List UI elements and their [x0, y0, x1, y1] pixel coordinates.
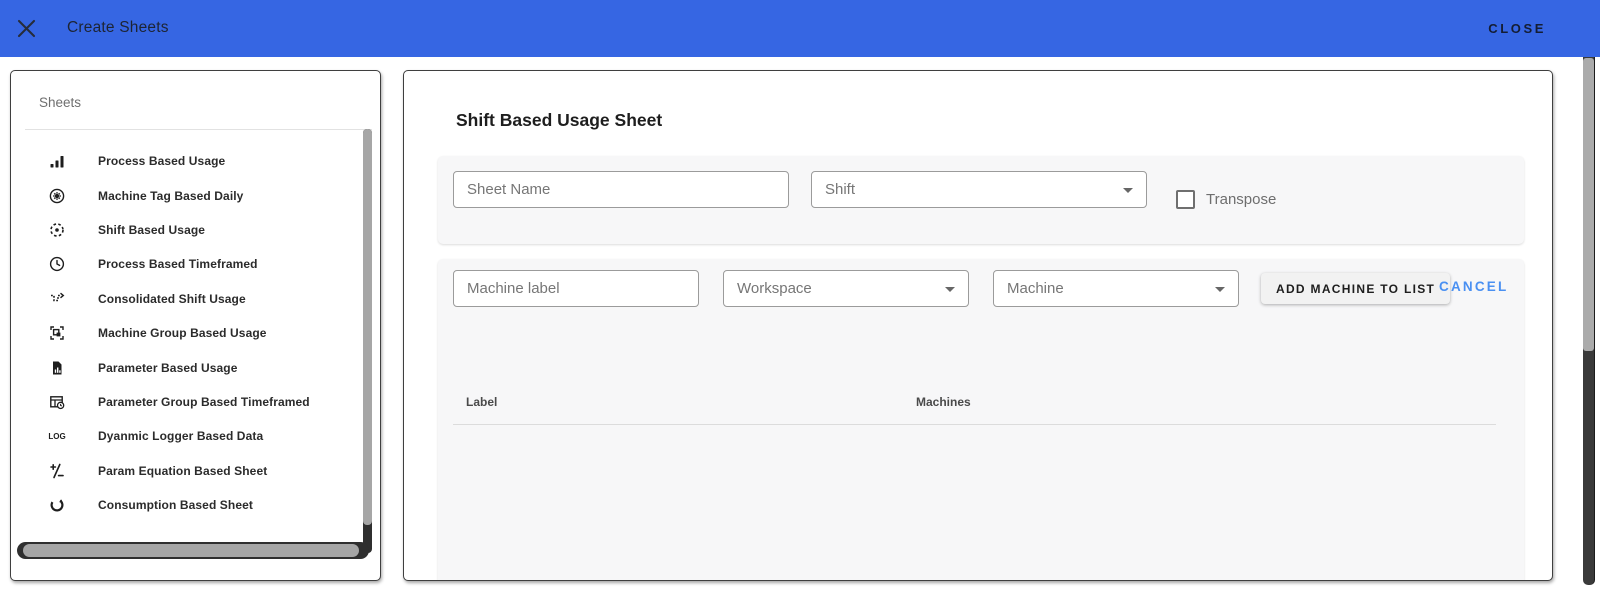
chevron-down-icon	[1215, 287, 1225, 292]
sidebar-title: Sheets	[39, 95, 82, 110]
plus-minus-icon	[49, 463, 65, 479]
sidebar-item-machine-group-based-usage[interactable]: Machine Group Based Usage	[11, 316, 363, 350]
gear-circle-icon	[49, 188, 65, 204]
shift-select-value: Shift	[825, 181, 856, 198]
sidebar-item-dyanmic-logger-based-data[interactable]: LOG Dyanmic Logger Based Data	[11, 419, 363, 453]
page-vertical-scrollbar-thumb[interactable]	[1583, 58, 1594, 351]
sidebar-item-process-based-timeframed[interactable]: Process Based Timeframed	[11, 247, 363, 281]
cancel-button[interactable]: CANCEL	[1439, 279, 1508, 294]
sidebar-vertical-scrollbar-thumb[interactable]	[363, 129, 372, 525]
sheet-editor-panel: Shift Based Usage Sheet Shift Transpose …	[403, 70, 1553, 581]
machine-list-section: Workspace Machine ADD MACHINE TO LIST CA…	[438, 259, 1524, 580]
close-icon[interactable]	[17, 19, 36, 38]
page-vertical-scrollbar[interactable]	[1583, 57, 1595, 585]
sidebar-item-label: Machine Group Based Usage	[98, 326, 267, 341]
table-header-label: Label	[466, 395, 498, 409]
page-title: Shift Based Usage Sheet	[456, 110, 663, 130]
sidebar-horizontal-scrollbar[interactable]	[17, 542, 369, 559]
bar-chart-icon	[49, 153, 65, 169]
sidebar-item-label: Consolidated Shift Usage	[98, 291, 246, 306]
clock-icon	[49, 256, 65, 272]
sidebar-item-consolidated-shift-usage[interactable]: Consolidated Shift Usage	[11, 282, 363, 316]
sheet-type-list: Process Based Usage Machine Tag Based Da…	[11, 130, 363, 522]
workspace-select-value: Workspace	[737, 280, 812, 297]
machine-label-input[interactable]	[453, 270, 699, 307]
dashed-target-icon	[49, 222, 65, 238]
sidebar-item-consumption-based-sheet[interactable]: Consumption Based Sheet	[11, 488, 363, 522]
dialog-title: Create Sheets	[67, 19, 169, 36]
document-chart-icon	[49, 360, 65, 376]
sidebar-item-label: Process Based Timeframed	[98, 257, 258, 272]
transpose-checkbox-row[interactable]: Transpose	[1176, 190, 1276, 209]
machine-select[interactable]: Machine	[993, 270, 1239, 307]
table-header-divider	[453, 424, 1496, 425]
appbar: Create Sheets CLOSE	[0, 0, 1600, 57]
sidebar-item-label: Consumption Based Sheet	[98, 498, 253, 513]
dotted-route-icon	[49, 291, 65, 307]
sidebar-item-label: Parameter Group Based Timeframed	[98, 394, 310, 409]
log-icon: LOG	[48, 431, 66, 441]
transpose-label: Transpose	[1206, 191, 1277, 208]
chevron-down-icon	[945, 287, 955, 292]
sidebar-item-label: Param Equation Based Sheet	[98, 463, 268, 478]
sheet-name-input[interactable]	[453, 171, 789, 208]
workspace-select[interactable]: Workspace	[723, 270, 969, 307]
sidebar-vertical-scrollbar[interactable]	[363, 129, 372, 553]
shift-select[interactable]: Shift	[811, 171, 1147, 208]
sidebar-item-parameter-group-based-timeframed[interactable]: Parameter Group Based Timeframed	[11, 385, 363, 419]
sidebar-item-shift-based-usage[interactable]: Shift Based Usage	[11, 213, 363, 247]
sidebar-item-process-based-usage[interactable]: Process Based Usage	[11, 144, 363, 178]
sidebar-item-param-equation-based-sheet[interactable]: Param Equation Based Sheet	[11, 454, 363, 488]
add-machine-to-list-button[interactable]: ADD MACHINE TO LIST	[1261, 273, 1451, 304]
sheet-settings-section: Shift Transpose	[438, 156, 1524, 244]
sidebar-item-machine-tag-based-daily[interactable]: Machine Tag Based Daily	[11, 178, 363, 212]
table-clock-icon	[49, 394, 65, 410]
sidebar-item-parameter-based-usage[interactable]: Parameter Based Usage	[11, 350, 363, 384]
transpose-checkbox[interactable]	[1176, 190, 1195, 209]
table-header-machines: Machines	[916, 395, 971, 409]
machine-select-value: Machine	[1007, 280, 1064, 297]
refresh-circle-icon	[49, 497, 65, 513]
close-button[interactable]: CLOSE	[1488, 21, 1546, 36]
sidebar-item-label: Process Based Usage	[98, 154, 226, 169]
chevron-down-icon	[1123, 188, 1133, 193]
group-frame-icon	[49, 325, 65, 341]
sidebar-item-label: Parameter Based Usage	[98, 360, 238, 375]
sheet-types-panel: Sheets Process Based Usage Machine Tag B…	[10, 70, 381, 581]
sidebar-item-label: Machine Tag Based Daily	[98, 188, 244, 203]
sidebar-item-label: Shift Based Usage	[98, 222, 206, 237]
sidebar-horizontal-scrollbar-thumb[interactable]	[23, 544, 359, 557]
sidebar-item-label: Dyanmic Logger Based Data	[98, 429, 264, 444]
